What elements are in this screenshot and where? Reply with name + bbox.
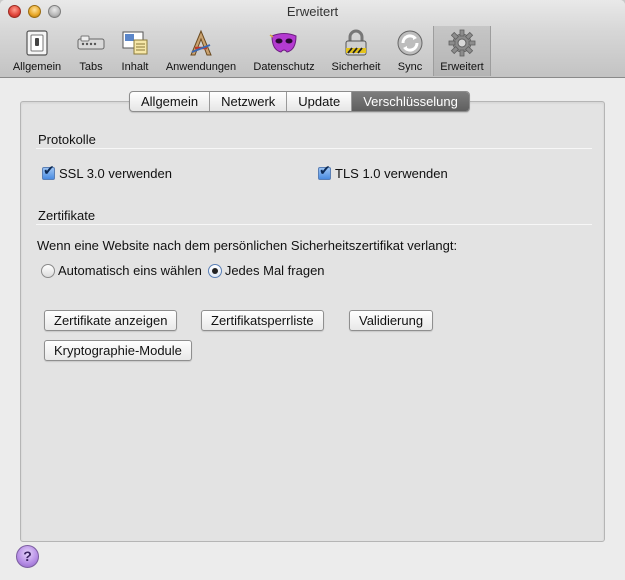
toolbar-label: Sync xyxy=(397,61,423,73)
toolbar-sync[interactable]: Sync xyxy=(390,26,430,76)
radio-auto-select[interactable] xyxy=(41,263,55,278)
toolbar-label: Datenschutz xyxy=(253,61,315,73)
tls-checkbox-row[interactable]: ✔ TLS 1.0 verwenden xyxy=(318,163,448,181)
tls-checkbox[interactable]: ✔ xyxy=(318,163,331,180)
certificate-prompt: Wenn eine Website nach dem persönlichen … xyxy=(37,238,458,253)
ssl-checkbox-row[interactable]: ✔ SSL 3.0 verwenden xyxy=(42,163,172,181)
ssl-label: SSL 3.0 verwenden xyxy=(59,166,172,181)
radio-ask-label: Jedes Mal fragen xyxy=(224,263,325,278)
toolbar-inhalt[interactable]: Inhalt xyxy=(114,26,156,76)
toolbar-label: Sicherheit xyxy=(331,61,381,73)
revocation-list-button[interactable]: Zertifikatsperrliste xyxy=(201,310,324,331)
help-button[interactable]: ? xyxy=(16,545,39,568)
view-certificates-button[interactable]: Zertifikate anzeigen xyxy=(44,310,178,331)
toolbar-sicherheit[interactable]: Sicherheit xyxy=(326,26,386,76)
protocols-divider xyxy=(36,148,592,149)
gear-icon xyxy=(448,29,476,57)
preferences-window: Erweitert Allgemein Tabs Inhalt Anwendun… xyxy=(0,0,625,580)
toolbar-datenschutz[interactable]: Datenschutz xyxy=(248,26,320,76)
tab-bar: Allgemein Netzwerk Update Verschlüsselun… xyxy=(129,91,470,112)
toolbar-label: Allgemein xyxy=(12,61,62,73)
toolbar-erweitert[interactable]: Erweitert xyxy=(433,26,491,76)
tab-allgemein[interactable]: Allgemein xyxy=(130,92,211,111)
mask-icon xyxy=(269,33,297,53)
ssl-checkbox[interactable]: ✔ xyxy=(42,163,55,180)
applications-icon xyxy=(190,29,212,56)
radio-auto-label: Automatisch eins wählen xyxy=(58,263,202,278)
tab-verschluesselung[interactable]: Verschlüsselung xyxy=(352,92,469,111)
content-icon xyxy=(122,31,148,55)
tls-label: TLS 1.0 verwenden xyxy=(335,166,448,181)
title-toolbar-bar: Erweitert Allgemein Tabs Inhalt Anwendun… xyxy=(0,0,625,78)
crypto-modules-button[interactable]: Kryptographie-Module xyxy=(44,340,192,361)
toolbar-label: Erweitert xyxy=(440,61,484,73)
validation-button[interactable]: Validierung xyxy=(349,310,434,331)
sync-icon xyxy=(397,30,423,56)
toolbar-allgemein[interactable]: Allgemein xyxy=(8,26,66,76)
window-title: Erweitert xyxy=(286,4,339,19)
radio-ask-every-time[interactable] xyxy=(207,263,222,278)
certificate-choice-group: Automatisch eins wählen Jedes Mal fragen xyxy=(41,263,325,278)
toolbar-anwendungen[interactable]: Anwendungen xyxy=(160,26,242,76)
toolbar-label: Inhalt xyxy=(121,61,149,73)
certificates-divider xyxy=(36,224,592,225)
toolbar-label: Anwendungen xyxy=(165,61,237,73)
protocols-heading: Protokolle xyxy=(38,132,96,147)
tab-update[interactable]: Update xyxy=(287,92,353,111)
lock-icon xyxy=(345,29,367,56)
tabs-icon xyxy=(77,35,105,50)
tab-netzwerk[interactable]: Netzwerk xyxy=(210,92,288,111)
toolbar-tabs[interactable]: Tabs xyxy=(70,26,112,76)
certificates-heading: Zertifikate xyxy=(38,208,96,223)
toolbar-label: Tabs xyxy=(79,61,103,73)
switch-icon xyxy=(26,30,48,56)
